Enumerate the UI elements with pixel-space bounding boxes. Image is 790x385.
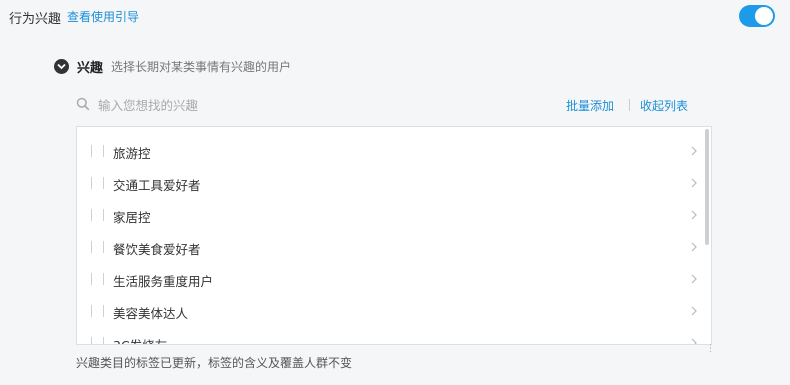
divider [629,99,630,111]
tree-guide-line [91,305,92,317]
chevron-right-icon [691,337,697,344]
list-item-label: 3C发烧友 [113,337,168,345]
chevron-right-icon [691,145,697,159]
tree-guide-line [91,273,92,285]
list-item-label: 美容美体达人 [113,305,189,321]
chevron-right-icon [691,305,697,319]
tree-guide-line [103,145,104,157]
interest-search-input[interactable] [98,94,498,116]
list-item-label: 旅游控 [113,145,151,161]
section-title-behavior-interest: 行为兴趣 [9,12,62,27]
tree-guide-line [103,177,104,189]
list-item[interactable]: 美容美体达人 [77,296,705,328]
tree-guide-line [91,209,92,221]
search-icon [76,97,90,114]
list-item-label: 餐饮美食爱好者 [113,241,201,257]
list-item[interactable]: 家居控 [77,200,705,232]
toggle-knob [755,7,773,25]
interest-section-header: 兴趣 选择长期对某类事情有兴趣的用户 [54,57,291,76]
interest-description: 选择长期对某类事情有兴趣的用户 [111,60,292,74]
view-guide-link[interactable]: 查看使用引导 [67,8,139,25]
tree-guide-line [91,337,92,344]
list-scrollbar[interactable] [705,129,709,245]
list-item-label: 生活服务重度用户 [113,273,214,289]
interest-title: 兴趣 [77,61,104,76]
list-item[interactable]: 餐饮美食爱好者 [77,232,705,264]
tree-guide-line [91,177,92,189]
tree-guide-line [103,209,104,221]
resize-grip-icon: ⋮ [706,344,716,354]
tree-guide-line [103,273,104,285]
chevron-right-icon [691,273,697,287]
update-notice: 兴趣类目的标签已更新，标签的含义及覆盖人群不变 [76,356,353,370]
list-item[interactable]: 交通工具爱好者 [77,168,705,200]
list-item-label: 交通工具爱好者 [113,177,201,193]
chevron-down-icon[interactable] [54,59,69,74]
batch-add-button[interactable]: 批量添加 [566,97,614,114]
list-item[interactable]: 3C发烧友 [77,328,705,345]
chevron-right-icon [691,177,697,191]
tree-guide-line [91,145,92,157]
chevron-right-icon [691,209,697,223]
tree-guide-line [103,337,104,344]
interest-list: 旅游控 交通工具爱好者 家居控 餐饮美食爱好者 生活服务重度用户 美容美体达人 … [76,126,712,345]
collapse-list-button[interactable]: 收起列表 [640,97,688,114]
tree-guide-line [103,305,104,317]
list-item[interactable]: 旅游控 [77,136,705,168]
list-item[interactable]: 生活服务重度用户 [77,264,705,296]
tree-guide-line [103,241,104,253]
interest-search-bar: 批量添加 收起列表 [76,94,691,116]
list-item-label: 家居控 [113,209,151,225]
tree-guide-line [91,241,92,253]
behavior-interest-toggle[interactable] [739,5,775,27]
chevron-right-icon [691,241,697,255]
